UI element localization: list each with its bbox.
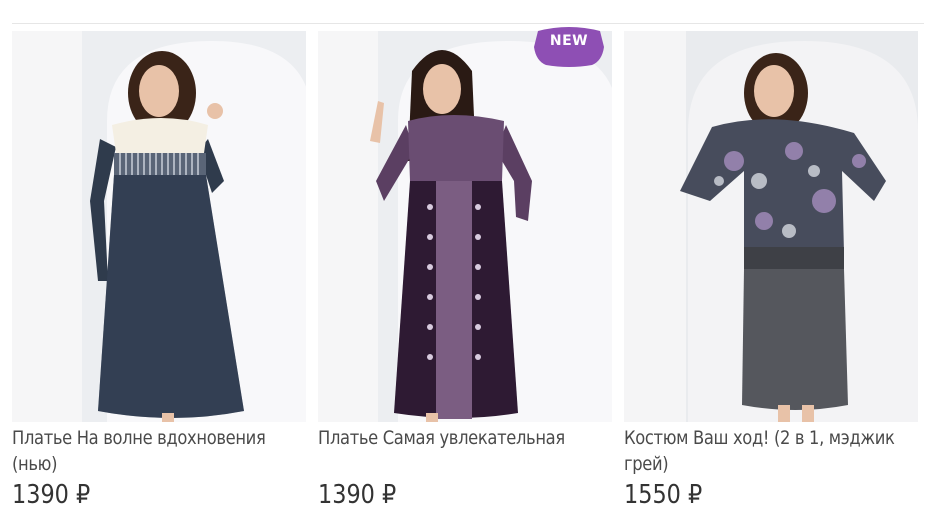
top-divider (12, 23, 924, 24)
product-price-2: 1390 ₽ (318, 480, 397, 510)
product-name-1[interactable]: Платье На волне вдохновения (нью) (12, 425, 296, 477)
product-card-2[interactable]: NEW Платье Самая увлекательная 1390 ₽ (318, 27, 612, 530)
product-price-1: 1390 ₽ (12, 480, 91, 510)
product-name-3[interactable]: Костюм Ваш ход! (2 в 1, мэджик грей) (624, 425, 908, 477)
product-card-1[interactable]: Платье На волне вдохновения (нью) 1390 ₽ (12, 31, 306, 530)
product-card-3[interactable]: Костюм Ваш ход! (2 в 1, мэджик грей) 155… (624, 31, 918, 530)
product-price-3: 1550 ₽ (624, 480, 703, 510)
product-image-1[interactable] (12, 31, 306, 422)
product-image-2[interactable] (318, 31, 612, 422)
new-badge-label: NEW (549, 33, 589, 49)
product-image-3[interactable] (624, 31, 918, 422)
product-name-2[interactable]: Платье Самая увлекательная (318, 425, 602, 451)
new-badge: NEW (532, 27, 606, 67)
